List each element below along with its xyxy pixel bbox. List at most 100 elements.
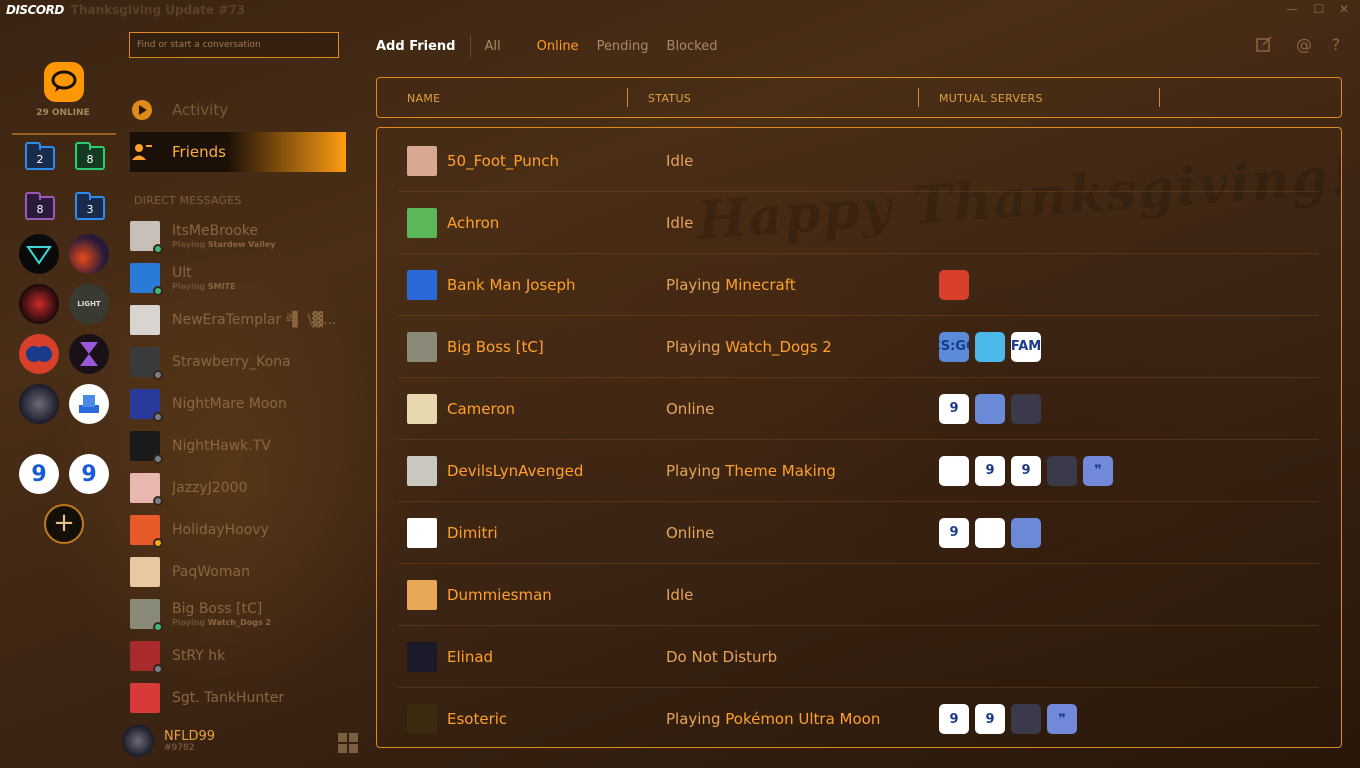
mutual-server-icon[interactable]: FAM [1011, 331, 1041, 362]
mutual-server-icon[interactable] [975, 393, 1005, 424]
mutual-server-icon[interactable] [975, 331, 1005, 362]
settings-grid-icon[interactable] [338, 733, 358, 753]
mutual-server-icon[interactable]: 9 [975, 455, 1005, 486]
friends-table-header: NAME STATUS MUTUAL SERVERS [376, 77, 1342, 118]
column-name[interactable]: NAME [407, 92, 440, 105]
server-icon[interactable]: LIGHT [69, 284, 109, 324]
mutual-server-icon[interactable] [939, 269, 969, 300]
tab-online[interactable]: Online [537, 39, 579, 54]
server-icon[interactable] [69, 334, 109, 374]
server-icon[interactable]: 9 [69, 454, 109, 494]
mutual-server-icon[interactable] [1011, 704, 1041, 734]
search-input[interactable]: Find or start a conversation [129, 32, 339, 58]
dm-activity: Playing SMITE [172, 282, 236, 291]
friend-row[interactable]: Cameron Online 9 [397, 378, 1319, 440]
status-dot [153, 496, 163, 506]
friend-row[interactable]: Esoteric Playing Pokémon Ultra Moon 9 9 ❞ [397, 688, 1319, 747]
friend-row[interactable]: Elinad Do Not Disturb [397, 626, 1319, 688]
dm-item[interactable]: StRY hk [130, 638, 345, 674]
mutual-server-icon[interactable]: 9 [939, 704, 969, 734]
column-divider [1159, 88, 1160, 107]
column-mutual-servers[interactable]: MUTUAL SERVERS [939, 92, 1043, 105]
dm-name: Big Boss [tC] [172, 601, 263, 617]
server-icon[interactable] [19, 334, 59, 374]
server-icon[interactable] [69, 234, 109, 274]
tab-pending[interactable]: Pending [597, 39, 649, 54]
friend-row[interactable]: Dummiesman Idle [397, 564, 1319, 626]
server-folder[interactable]: 3 [75, 192, 105, 220]
friend-name: Bank Man Joseph [447, 275, 576, 294]
mutual-server-icon[interactable]: CS:GO [939, 331, 969, 362]
mutual-server-icon[interactable]: ❞ [1047, 704, 1077, 734]
avatar[interactable] [122, 725, 154, 757]
mutual-server-icon[interactable]: ❞ [1083, 455, 1113, 486]
help-icon[interactable]: ? [1327, 36, 1345, 54]
mutual-server-icon[interactable] [1047, 455, 1077, 486]
dm-item[interactable]: Big Boss [tC] Playing Watch_Dogs 2 [130, 596, 345, 632]
mutual-server-icon[interactable]: 9 [975, 704, 1005, 734]
dm-header: DIRECT MESSAGES [134, 194, 242, 207]
friend-name: Cameron [447, 399, 516, 418]
add-server-button[interactable]: + [44, 504, 84, 544]
friend-name: Big Boss [tC] [447, 337, 544, 356]
friend-row[interactable]: Big Boss [tC] Playing Watch_Dogs 2 CS:GO… [397, 316, 1319, 378]
friend-status: Online [666, 523, 715, 542]
dm-item[interactable]: HolidayHoovy [130, 512, 345, 548]
tab-blocked[interactable]: Blocked [667, 39, 718, 54]
close-icon[interactable]: ✕ [1334, 2, 1354, 16]
mutual-server-icon[interactable]: 9 [1011, 455, 1041, 486]
minimize-icon[interactable]: — [1282, 2, 1302, 16]
mutual-server-icon[interactable] [975, 517, 1005, 548]
status-dot [153, 370, 163, 380]
friend-row[interactable]: Dimitri Online 9 [397, 502, 1319, 564]
server-folder[interactable]: 2 [25, 142, 55, 170]
dm-item[interactable]: Ult Playing SMITE [130, 260, 345, 296]
dm-name: JazzyJ2000 [172, 480, 248, 496]
nav-friends[interactable]: Friends [130, 132, 346, 172]
friend-name: Esoteric [447, 710, 508, 728]
server-icon[interactable] [69, 384, 109, 424]
dm-item[interactable]: Sgt. TankHunter [130, 680, 345, 716]
friend-row[interactable]: Achron Idle [397, 192, 1319, 254]
friend-row[interactable]: Bank Man Joseph Playing Minecraft [397, 254, 1319, 316]
server-icon[interactable] [19, 284, 59, 324]
friend-row[interactable]: DevilsLynAvenged Playing Theme Making 99… [397, 440, 1319, 502]
server-icon[interactable] [19, 234, 59, 274]
avatar [130, 599, 163, 632]
dm-item[interactable]: NightHawk.TV [130, 428, 345, 464]
home-button[interactable] [44, 62, 84, 102]
mutual-server-icon[interactable]: 9 [939, 393, 969, 424]
mutual-server-icon[interactable]: 9 [939, 517, 969, 548]
server-icon[interactable] [19, 384, 59, 424]
dm-name: NightHawk.TV [172, 438, 271, 454]
mutual-server-icon[interactable] [939, 455, 969, 486]
dm-item[interactable]: NightMare Moon [130, 386, 345, 422]
dm-item[interactable]: NewEraTemplar ª▌ \▓... [130, 302, 345, 338]
avatar [407, 517, 437, 548]
online-count: 29 ONLINE [36, 108, 90, 118]
avatar [130, 263, 163, 296]
avatar [130, 557, 160, 587]
avatar [130, 641, 163, 674]
tab-add-friend[interactable]: Add Friend [376, 39, 456, 54]
mentions-icon[interactable]: @ [1295, 36, 1313, 54]
server-folder[interactable]: 8 [25, 192, 55, 220]
status-dot [153, 412, 163, 422]
new-group-icon[interactable] [1255, 36, 1273, 54]
dm-item[interactable]: PaqWoman [130, 554, 345, 590]
friend-row[interactable]: 50_Foot_Punch Idle [397, 130, 1319, 192]
user-tag: #9782 [164, 742, 195, 753]
server-icon[interactable]: 9 [19, 454, 59, 494]
dm-name: NewEraTemplar ª▌ \▓... [172, 312, 337, 328]
server-folder[interactable]: 8 [75, 142, 105, 170]
dm-item[interactable]: JazzyJ2000 [130, 470, 345, 506]
mutual-server-icon[interactable] [1011, 393, 1041, 424]
nav-activity[interactable]: Activity [130, 90, 346, 130]
dm-item[interactable]: ItsMeBrooke Playing Stardew Valley [130, 218, 345, 254]
maximize-icon[interactable]: ☐ [1309, 2, 1329, 16]
column-status[interactable]: STATUS [648, 92, 691, 105]
dm-item[interactable]: Strawberry_Kona [130, 344, 345, 380]
tab-divider [469, 35, 471, 57]
tab-all[interactable]: All [485, 39, 501, 54]
mutual-server-icon[interactable] [1011, 517, 1041, 548]
